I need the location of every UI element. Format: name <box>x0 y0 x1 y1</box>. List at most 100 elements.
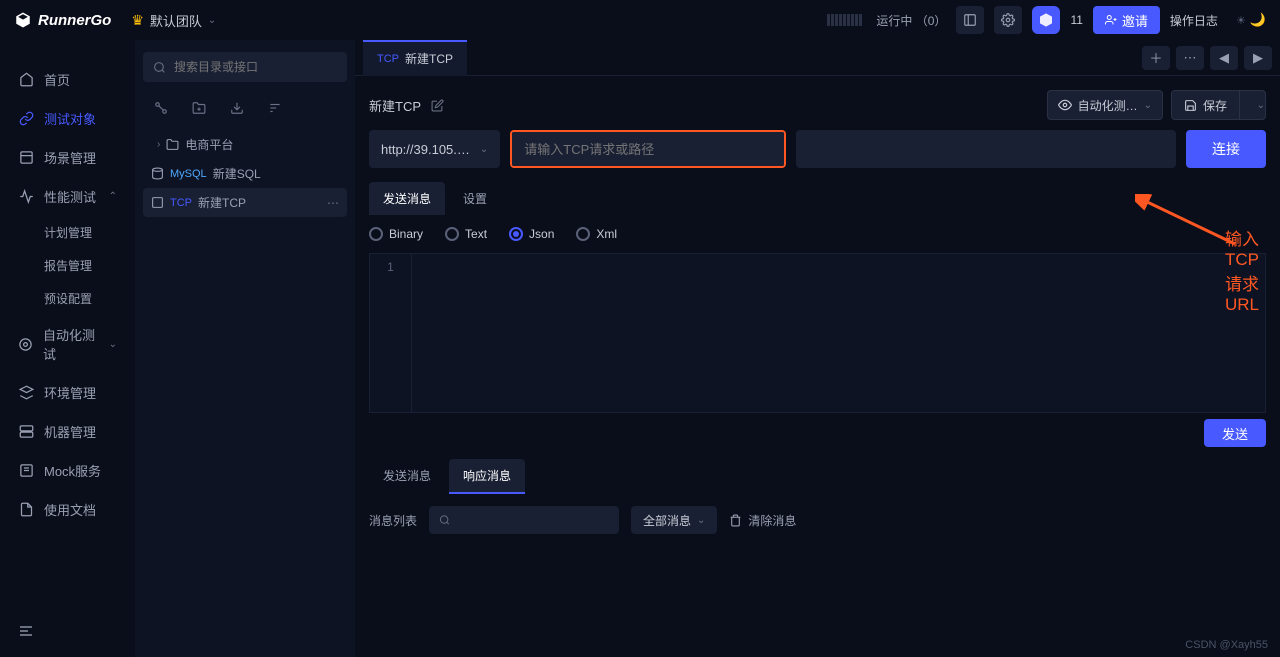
collapse-sidebar-button[interactable] <box>0 605 135 657</box>
nav-plan-mgmt[interactable]: 计划管理 <box>0 216 135 249</box>
nav-mock[interactable]: Mock服务 <box>0 451 135 490</box>
tab-bar: TCP 新建TCP ＋ ⋯ ◀ ▶ <box>355 40 1280 76</box>
resp-tab-response[interactable]: 响应消息 <box>449 459 525 494</box>
visibility-select[interactable]: 自动化测… ⌄ <box>1047 90 1163 120</box>
layers-icon <box>18 385 34 401</box>
running-label: 运行中 （0） <box>876 12 946 29</box>
logo: RunnerGo <box>14 11 111 29</box>
main-panel: TCP 新建TCP ＋ ⋯ ◀ ▶ 新建TCP 自动化测… ⌄ <box>355 40 1280 657</box>
theme-toggle[interactable]: ☀ 🌙 <box>1236 12 1266 28</box>
link-icon <box>18 111 34 127</box>
gear-icon-button[interactable] <box>994 6 1022 34</box>
chart-icon <box>18 189 34 205</box>
home-icon <box>18 72 34 88</box>
save-dropdown-button[interactable]: ⌄ <box>1240 90 1266 120</box>
folder-item[interactable]: › 电商平台 <box>143 130 347 159</box>
user-plus-icon <box>1105 14 1117 26</box>
invite-button[interactable]: 邀请 <box>1093 6 1160 34</box>
auto-icon <box>18 336 33 352</box>
more-icon[interactable]: ⋯ <box>327 196 339 210</box>
nav-machine[interactable]: 机器管理 <box>0 412 135 451</box>
chevron-up-icon: ⌃ <box>109 191 117 202</box>
tree-item-tcp[interactable]: TCP 新建TCP ⋯ <box>143 188 347 217</box>
import-button[interactable] <box>221 96 253 120</box>
format-radio-group: Binary Text Json Xml <box>355 215 1280 253</box>
chevron-down-icon: ⌄ <box>480 144 488 155</box>
request-sub-tabs: 发送消息 设置 <box>355 182 1280 215</box>
sub-tab-send[interactable]: 发送消息 <box>369 182 445 215</box>
url-input[interactable] <box>512 132 784 166</box>
logo-icon <box>14 11 32 29</box>
team-selector[interactable]: ♛ 默认团队 ⌄ <box>131 11 216 30</box>
nav-docs[interactable]: 使用文档 <box>0 490 135 529</box>
tree-search[interactable] <box>143 52 347 82</box>
mock-icon <box>18 463 34 479</box>
page-title: 新建TCP <box>369 96 421 115</box>
ops-log-link[interactable]: 操作日志 <box>1170 12 1218 29</box>
tcp-icon <box>151 196 164 209</box>
team-name: 默认团队 <box>150 11 202 30</box>
topbar: RunnerGo ♛ 默认团队 ⌄ 运行中 （0） 11 邀请 操作日志 ☀ 🌙 <box>0 0 1280 40</box>
message-filter-select[interactable]: 全部消息 ⌄ <box>631 506 717 534</box>
nav-test-object[interactable]: 测试对象 <box>0 99 135 138</box>
message-search[interactable] <box>429 506 619 534</box>
radio-xml[interactable]: Xml <box>576 227 617 241</box>
save-icon <box>1184 99 1197 112</box>
response-tabs: 发送消息 响应消息 <box>355 453 1280 494</box>
tab-more-button[interactable]: ⋯ <box>1176 46 1204 70</box>
nav-preset-config[interactable]: 预设配置 <box>0 282 135 315</box>
resp-tab-send[interactable]: 发送消息 <box>369 459 445 494</box>
nav-home[interactable]: 首页 <box>0 60 135 99</box>
nav-report-mgmt[interactable]: 报告管理 <box>0 249 135 282</box>
tree-toolbar <box>143 92 347 130</box>
chevron-down-icon: ⌄ <box>1257 100 1265 111</box>
nav-perf-test[interactable]: 性能测试⌃ <box>0 177 135 216</box>
nav-env[interactable]: 环境管理 <box>0 373 135 412</box>
chevron-right-icon: › <box>157 139 160 150</box>
scene-icon <box>18 150 34 166</box>
sort-button[interactable] <box>259 96 291 120</box>
database-icon <box>151 167 164 180</box>
title-row: 新建TCP 自动化测… ⌄ 保存 ⌄ <box>355 76 1280 130</box>
tab-prev-button[interactable]: ◀ <box>1210 46 1238 70</box>
collapse-icon <box>18 623 34 639</box>
code-editor[interactable]: 1 <box>369 253 1266 413</box>
new-folder-button[interactable] <box>183 96 215 120</box>
url-row: http://39.105.… ⌄ 连接 <box>355 130 1280 182</box>
url-host-select[interactable]: http://39.105.… ⌄ <box>369 130 500 168</box>
connect-button[interactable]: 连接 <box>1186 130 1266 168</box>
link-tool-button[interactable] <box>145 96 177 120</box>
tab-tcp[interactable]: TCP 新建TCP <box>363 40 467 76</box>
layout-icon-button[interactable] <box>956 6 984 34</box>
save-button-group: 保存 ⌄ <box>1171 90 1266 120</box>
radio-json[interactable]: Json <box>509 227 554 241</box>
moon-icon: 🌙 <box>1250 12 1266 28</box>
sun-icon: ☀ <box>1236 14 1246 27</box>
clear-messages-button[interactable]: 清除消息 <box>729 512 796 529</box>
url-input-highlight <box>510 130 786 168</box>
new-tab-button[interactable]: ＋ <box>1142 46 1170 70</box>
file-icon <box>18 502 34 518</box>
tree-item-mysql[interactable]: MySQL 新建SQL <box>143 159 347 188</box>
send-button[interactable]: 发送 <box>1204 419 1266 447</box>
chevron-down-icon: ⌄ <box>109 339 117 350</box>
nav-auto-test[interactable]: 自动化测试⌄ <box>0 315 135 373</box>
message-search-input[interactable] <box>450 513 609 528</box>
tree-search-input[interactable] <box>174 60 337 74</box>
topbar-right: 运行中 （0） 11 邀请 操作日志 ☀ 🌙 <box>827 6 1266 34</box>
radio-text[interactable]: Text <box>445 227 487 241</box>
msg-list-label: 消息列表 <box>369 512 417 529</box>
cube-icon-button[interactable] <box>1032 6 1060 34</box>
save-button[interactable]: 保存 <box>1171 90 1240 120</box>
edit-icon[interactable] <box>431 99 444 112</box>
search-icon <box>439 514 450 526</box>
sub-tab-settings[interactable]: 设置 <box>449 182 501 215</box>
tab-next-button[interactable]: ▶ <box>1244 46 1272 70</box>
folder-icon <box>166 138 179 151</box>
line-gutter: 1 <box>370 254 412 412</box>
trash-icon <box>729 514 742 527</box>
response-toolbar: 消息列表 全部消息 ⌄ 清除消息 <box>355 494 1280 546</box>
chevron-down-icon: ⌄ <box>697 515 705 526</box>
nav-scene[interactable]: 场景管理 <box>0 138 135 177</box>
radio-binary[interactable]: Binary <box>369 227 423 241</box>
